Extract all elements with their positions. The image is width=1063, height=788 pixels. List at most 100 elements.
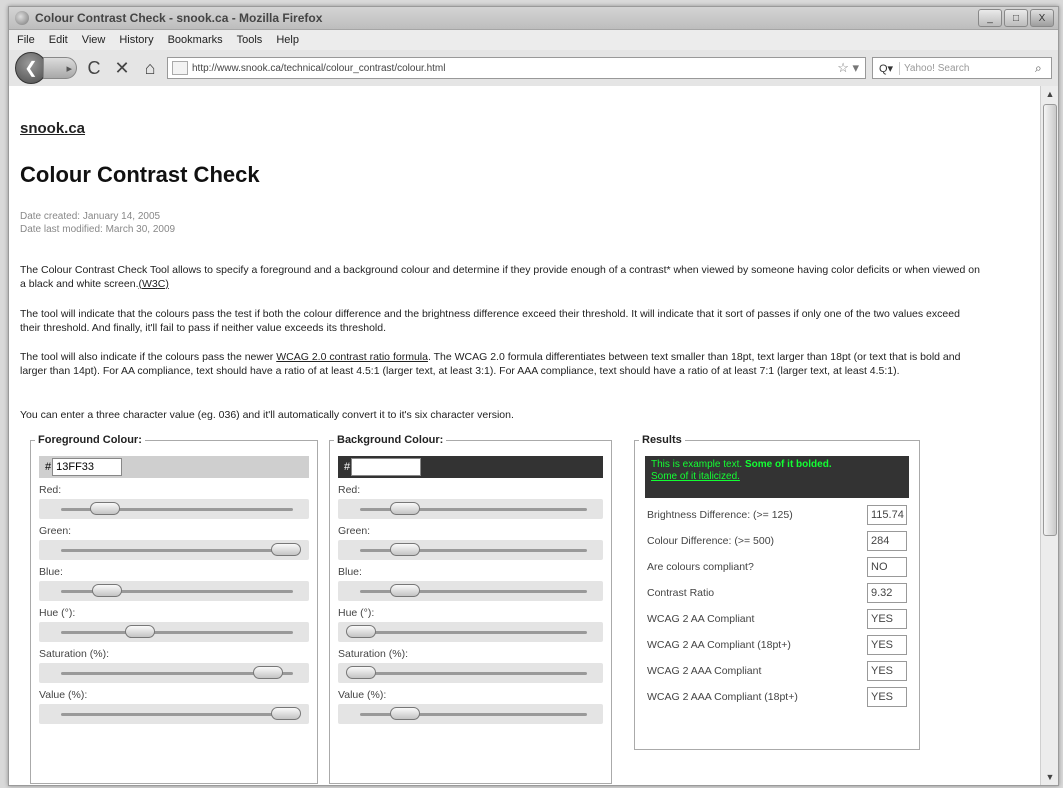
background-slider-track[interactable] [338,581,603,601]
close-button[interactable]: X [1030,9,1054,27]
result-row: Contrast Ratio 9.32 [647,580,907,606]
background-slider-track[interactable] [338,499,603,519]
background-slider-track[interactable] [338,704,603,724]
background-slider-track[interactable] [338,622,603,642]
scroll-thumb[interactable] [1043,104,1057,536]
result-label: Brightness Difference: (>= 125) [647,509,793,521]
bookmark-star-icon[interactable]: ☆ ▾ [831,60,865,76]
foreground-fieldset: Foreground Colour: # 13FF33 Red: Green: Bl… [30,434,318,784]
result-value-field[interactable]: 284 [867,531,907,551]
foreground-legend: Foreground Colour: [38,434,142,446]
site-identity-icon[interactable] [172,61,188,75]
w3c-link[interactable]: (W3C) [138,278,168,290]
result-row: WCAG 2 AA Compliant YES [647,606,907,632]
background-slider-handle[interactable] [346,625,376,638]
menu-file[interactable]: File [17,34,35,46]
home-icon[interactable]: ⌂ [139,58,161,79]
pass-paragraph: The tool will indicate that the colours … [20,308,960,334]
foreground-slider-track[interactable] [39,704,309,724]
foreground-slider-handle[interactable] [89,502,120,515]
page-content: snook.ca Colour Contrast Check Date crea… [9,86,1040,785]
background-swatch: # 333333 [338,456,603,478]
menu-tools[interactable]: Tools [237,34,263,46]
intro-paragraph: The Colour Contrast Check Tool allows to… [20,264,980,291]
menu-help[interactable]: Help [276,34,299,46]
result-value-field[interactable]: 115.74 [867,505,907,525]
foreground-slider-handle[interactable] [125,625,156,638]
background-slider-handle[interactable] [389,502,420,515]
site-link[interactable]: snook.ca [20,120,85,137]
foreground-hex-input[interactable]: 13FF33 [52,458,123,476]
foreground-slider-rail [61,549,293,552]
browser-window: Colour Contrast Check - snook.ca - Mozil… [8,6,1059,786]
foreground-slider-handle[interactable] [91,584,122,597]
result-row: Colour Difference: (>= 500) 284 [647,528,907,554]
foreground-slider-handle[interactable] [271,707,301,720]
maximize-button[interactable]: □ [1004,9,1028,27]
foreground-slider-track[interactable] [39,499,309,519]
scroll-up-arrow[interactable]: ▲ [1041,86,1058,102]
result-label: WCAG 2 AAA Compliant (18pt+) [647,691,798,703]
result-value-field[interactable]: YES [867,687,907,707]
result-row: WCAG 2 AAA Compliant YES [647,658,907,684]
url-text[interactable]: http://www.snook.ca/technical/colour_con… [192,63,831,74]
forward-button[interactable]: ▸ [43,57,77,79]
search-input[interactable]: Yahoo! Search [900,63,1035,74]
search-engine-icon[interactable]: Q▾ [873,61,900,75]
foreground-slider-track[interactable] [39,622,309,642]
foreground-swatch: # 13FF33 [39,456,309,478]
menu-history[interactable]: History [119,34,153,46]
foreground-slider-track[interactable] [39,663,309,683]
shorthand-paragraph: You can enter a three character value (e… [20,409,514,421]
stop-icon[interactable]: ✕ [111,58,133,79]
background-slider-handle[interactable] [389,707,420,720]
wcag-paragraph: The tool will also indicate if the colou… [20,351,980,378]
result-value-field[interactable]: YES [867,635,907,655]
scroll-down-arrow[interactable]: ▼ [1041,769,1058,785]
search-bar[interactable]: Q▾ Yahoo! Search ⌕ [872,57,1052,79]
result-label: WCAG 2 AA Compliant [647,613,755,625]
menu-edit[interactable]: Edit [49,34,68,46]
date-modified: Date last modified: March 30, 2009 [20,224,176,235]
result-label: WCAG 2 AA Compliant (18pt+) [647,639,791,651]
result-row: Are colours compliant? NO [647,554,907,580]
result-value-field[interactable]: YES [867,661,907,681]
page-title: Colour Contrast Check [20,162,260,187]
minimize-button[interactable]: _ [978,9,1002,27]
wcag-link[interactable]: WCAG 2.0 contrast ratio formula [276,351,428,363]
search-icon[interactable]: ⌕ [1035,61,1051,76]
result-label: Are colours compliant? [647,561,754,573]
result-label: WCAG 2 AAA Compliant [647,665,762,677]
foreground-slider-handle[interactable] [253,666,284,679]
title-bar: Colour Contrast Check - snook.ca - Mozil… [9,7,1058,30]
navigation-toolbar: ❮ ▸ C ✕ ⌂ http://www.snook.ca/technical/… [9,50,1058,87]
background-slider-track[interactable] [338,540,603,560]
date-created: Date created: January 14, 2005 [20,211,161,222]
foreground-slider-rail [61,631,293,634]
background-slider-label: Saturation (%): [338,648,409,660]
results-fieldset: Results This is example text. Some of it… [634,434,920,750]
foreground-slider-track[interactable] [39,540,309,560]
background-slider-handle[interactable] [389,584,420,597]
result-value-field[interactable]: 9.32 [867,583,907,603]
vertical-scrollbar[interactable]: ▲ ▼ [1040,86,1058,785]
reload-icon[interactable]: C [83,58,105,79]
result-value-field[interactable]: YES [867,609,907,629]
background-slider-track[interactable] [338,663,603,683]
address-bar[interactable]: http://www.snook.ca/technical/colour_con… [167,57,866,79]
background-slider-rail [360,672,587,675]
foreground-slider-handle[interactable] [271,543,301,556]
background-hex-input[interactable]: 333333 [351,458,422,476]
foreground-slider-track[interactable] [39,581,309,601]
background-slider-handle[interactable] [346,666,376,679]
foreground-slider-label: Value (%): [39,689,88,701]
foreground-slider-label: Saturation (%): [39,648,110,660]
page-dates: Date created: January 14, 2005 Date last… [20,210,175,236]
background-slider-label: Blue: [338,566,362,578]
menu-bookmarks[interactable]: Bookmarks [168,34,223,46]
result-value-field[interactable]: NO [867,557,907,577]
menu-view[interactable]: View [82,34,106,46]
sample-text-box: This is example text. Some of it bolded.… [645,456,909,498]
foreground-slider-label: Red: [39,484,62,496]
background-slider-handle[interactable] [389,543,420,556]
